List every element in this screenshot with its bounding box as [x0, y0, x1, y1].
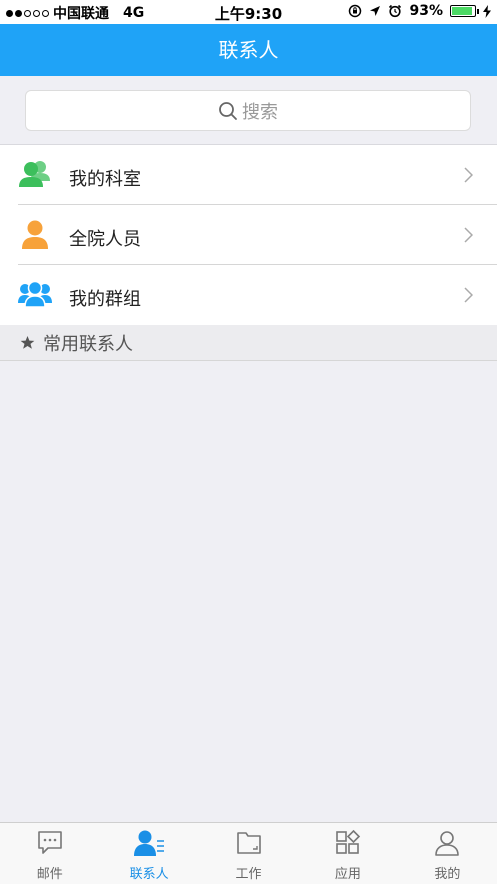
- mail-icon: [37, 831, 62, 854]
- status-bar: 中国联通 4G 上午9:30 93%: [0, 0, 497, 24]
- tab-bar: 邮件 联系人 工作 应用 我的: [0, 822, 497, 884]
- battery-percent: 93%: [409, 3, 443, 19]
- search-input[interactable]: 搜索: [25, 90, 471, 131]
- tab-work[interactable]: 工作: [199, 823, 298, 884]
- section-title: 常用联系人: [43, 333, 133, 355]
- list-item-groups[interactable]: 我的群组: [0, 265, 497, 325]
- list-item-label: 我的群组: [69, 289, 141, 310]
- contacts-icon: [134, 830, 165, 856]
- department-icon: [19, 161, 50, 187]
- charging-bolt-icon: [483, 4, 491, 18]
- search-placeholder: 搜索: [242, 101, 278, 123]
- list-item-all-staff[interactable]: 全院人员: [0, 205, 497, 265]
- list-item-label: 我的科室: [69, 169, 141, 190]
- tab-label: 邮件: [36, 867, 63, 882]
- tab-label: 我的: [434, 867, 461, 882]
- list-item-department[interactable]: 我的科室: [0, 145, 497, 205]
- list-item-label: 全院人员: [69, 229, 141, 250]
- tab-mail[interactable]: 邮件: [0, 823, 99, 884]
- profile-icon: [435, 831, 460, 856]
- contact-category-list: 我的科室 全院人员 我的群组: [0, 145, 497, 325]
- tab-contacts[interactable]: 联系人: [99, 823, 198, 884]
- nav-bar: 联系人: [0, 24, 497, 76]
- section-header-frequent-contacts: 常用联系人: [0, 325, 497, 361]
- alarm-icon: [389, 4, 402, 18]
- battery-nub: [477, 9, 479, 14]
- chevron-right-icon: [464, 227, 473, 243]
- chevron-right-icon: [464, 287, 473, 303]
- person-icon: [22, 220, 48, 249]
- tab-label: 工作: [235, 867, 262, 882]
- tab-label: 联系人: [129, 867, 169, 882]
- search-icon: [219, 101, 237, 120]
- tab-apps[interactable]: 应用: [298, 823, 397, 884]
- battery-fill: [452, 7, 473, 15]
- apps-icon: [336, 829, 361, 854]
- tab-profile[interactable]: 我的: [398, 823, 497, 884]
- location-arrow-icon: [370, 6, 381, 16]
- folder-icon: [236, 832, 261, 854]
- chevron-right-icon: [464, 167, 473, 183]
- rotation-lock-icon: [349, 4, 362, 18]
- battery-icon: [450, 5, 479, 17]
- tab-label: 应用: [334, 867, 361, 882]
- status-right: 93%: [348, 3, 491, 19]
- search-area: 搜索: [0, 76, 497, 145]
- page-title: 联系人: [218, 38, 279, 62]
- star-icon: [20, 335, 35, 349]
- group-icon: [18, 280, 52, 308]
